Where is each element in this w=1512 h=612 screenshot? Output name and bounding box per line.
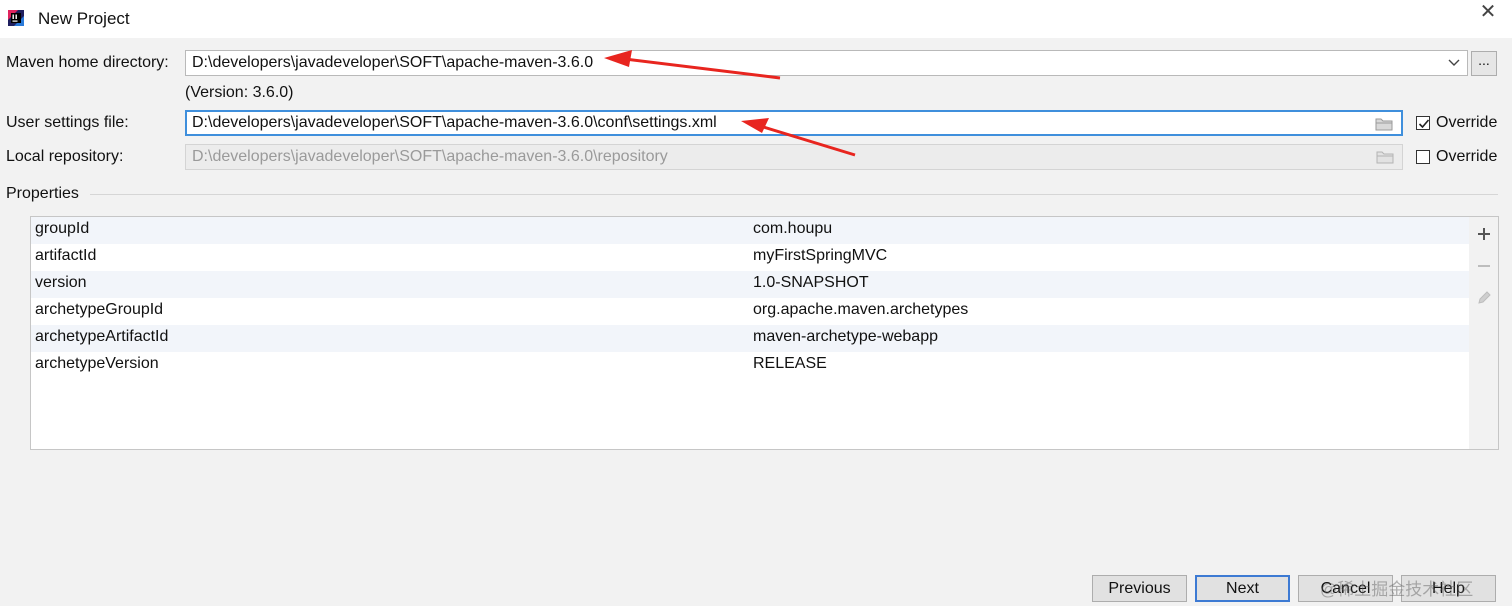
maven-home-browse-button[interactable]: ...	[1471, 51, 1497, 76]
local-repository-override-label: Override	[1436, 148, 1498, 165]
property-value: org.apache.maven.archetypes	[753, 301, 969, 318]
user-settings-override-label: Override	[1436, 114, 1498, 131]
table-row[interactable]: archetypeGroupId org.apache.maven.archet…	[31, 298, 1469, 325]
intellij-app-icon	[8, 10, 24, 26]
local-repository-override[interactable]: Override	[1416, 148, 1506, 168]
folder-icon[interactable]	[1375, 117, 1393, 131]
user-settings-label: User settings file:	[6, 114, 129, 131]
properties-table[interactable]: groupId com.houpu artifactId myFirstSpri…	[30, 216, 1470, 450]
bottom-strip	[0, 606, 1512, 612]
properties-toolbar	[1469, 216, 1499, 450]
user-settings-field[interactable]: D:\developers\javadeveloper\SOFT\apache-…	[185, 110, 1403, 136]
maven-version-note: (Version: 3.6.0)	[185, 84, 294, 101]
maven-home-combobox[interactable]: D:\developers\javadeveloper\SOFT\apache-…	[185, 50, 1468, 76]
property-key: groupId	[35, 220, 90, 237]
property-key: archetypeGroupId	[35, 301, 164, 318]
user-settings-override-checkbox[interactable]	[1416, 116, 1430, 130]
local-repository-label: Local repository:	[6, 148, 124, 165]
local-repository-override-checkbox[interactable]	[1416, 150, 1430, 164]
user-settings-value: D:\developers\javadeveloper\SOFT\apache-…	[192, 114, 717, 131]
property-key: archetypeArtifactId	[35, 328, 169, 345]
folder-icon	[1376, 151, 1394, 164]
properties-title: Properties	[6, 185, 79, 202]
table-row[interactable]: version 1.0-SNAPSHOT	[31, 271, 1469, 298]
checkmark-icon	[1418, 119, 1430, 129]
property-value: com.houpu	[753, 220, 833, 237]
chevron-down-icon[interactable]	[1447, 51, 1461, 75]
property-value: 1.0-SNAPSHOT	[753, 274, 869, 291]
previous-button[interactable]: Previous	[1092, 575, 1187, 602]
local-repository-field: D:\developers\javadeveloper\SOFT\apache-…	[185, 144, 1403, 170]
property-value: maven-archetype-webapp	[753, 328, 938, 345]
property-key: artifactId	[35, 247, 97, 264]
title-bar: New Project ✕	[0, 0, 1512, 38]
table-row[interactable]: artifactId myFirstSpringMVC	[31, 244, 1469, 271]
local-repository-value: D:\developers\javadeveloper\SOFT\apache-…	[192, 148, 668, 165]
add-icon[interactable]	[1475, 225, 1493, 243]
table-row[interactable]: archetypeArtifactId maven-archetype-weba…	[31, 325, 1469, 352]
properties-separator	[90, 194, 1498, 195]
property-value: RELEASE	[753, 355, 827, 372]
next-button[interactable]: Next	[1195, 575, 1290, 602]
maven-home-label: Maven home directory:	[6, 54, 169, 71]
user-settings-override[interactable]: Override	[1416, 114, 1506, 134]
close-icon[interactable]: ✕	[1478, 2, 1498, 22]
window-title: New Project	[38, 9, 130, 28]
property-key: archetypeVersion	[35, 355, 159, 372]
maven-home-value: D:\developers\javadeveloper\SOFT\apache-…	[192, 54, 594, 71]
property-value: myFirstSpringMVC	[753, 247, 888, 264]
table-row[interactable]: archetypeVersion RELEASE	[31, 352, 1469, 379]
watermark: @稀土掘金技术社区	[1320, 580, 1474, 599]
edit-pencil-icon[interactable]	[1475, 289, 1493, 307]
property-key: version	[35, 274, 87, 291]
remove-icon[interactable]	[1475, 257, 1493, 275]
table-row[interactable]: groupId com.houpu	[31, 217, 1469, 244]
